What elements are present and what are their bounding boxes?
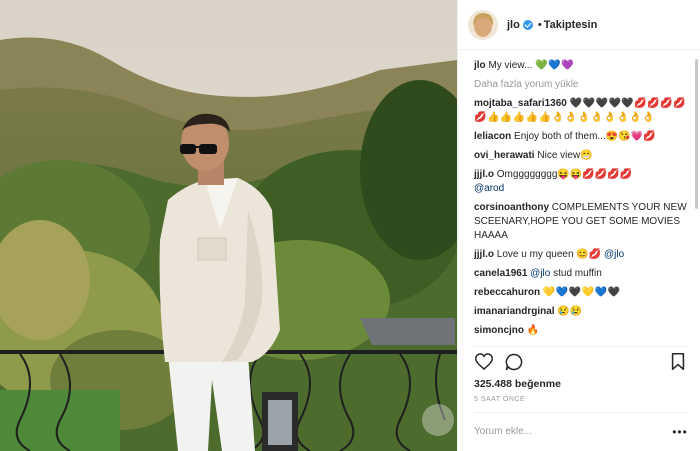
follow-status[interactable]: Takiptesin	[544, 19, 598, 31]
comment-item: jjjl.o Love u my queen 😊💋 @jlo	[474, 248, 688, 262]
comment-item: jjjl.o Omgggggggg😝😝💋💋💋💋 @arod	[474, 168, 688, 196]
caption-text: My view...	[488, 60, 533, 71]
verified-icon	[522, 19, 533, 30]
comment-item: canela1961 @jlo stud muffin	[474, 267, 688, 281]
more-icon[interactable]: •••	[672, 425, 688, 439]
add-comment-bar: •••	[474, 412, 688, 450]
comment-username[interactable]: mojtaba_safari1360	[474, 98, 567, 109]
likes-count[interactable]: 325.488 beğenme	[474, 378, 561, 390]
comments-list: jlo My view... 💚💙💜 Daha fazla yorum yükl…	[474, 59, 688, 344]
comment-item: imanariandrginal 😢😢	[474, 305, 688, 319]
bookmark-icon[interactable]	[668, 352, 688, 372]
comment-text: Omgggggggg😝😝💋💋💋💋	[496, 169, 633, 180]
comment-username[interactable]: jjjl.o	[474, 169, 494, 180]
comment-item: simoncjno 🔥	[474, 324, 688, 338]
comment-icon[interactable]	[504, 352, 524, 372]
comment-text: 🔥	[526, 325, 540, 336]
caption: jlo My view... 💚💙💜	[474, 59, 688, 73]
post-timestamp: 5 SAAT ÖNCE	[474, 396, 526, 403]
comment-text: Love u my queen 😊💋	[496, 249, 602, 260]
comment-username[interactable]: imanariandrginal	[474, 306, 555, 317]
post-header: jlo • Takiptesin	[458, 0, 700, 50]
comment-item: mojtaba_safari1360 🖤🖤🖤🖤🖤💋💋💋💋💋👍👍👍👍👍👌👌👌👌👌👌…	[474, 97, 688, 125]
avatar[interactable]	[468, 9, 498, 40]
caption-emoji: 💚💙💜	[535, 60, 574, 71]
comment-username[interactable]: corsinoanthony	[474, 202, 549, 213]
comment-mention[interactable]: @jlo	[604, 249, 624, 260]
comment-username[interactable]: rebeccahuron	[474, 287, 540, 298]
comment-item: leliacon Enjoy both of them...😍😘💗💋	[474, 130, 688, 144]
comment-item: rebeccahuron 💛💙🖤💛💙🖤	[474, 286, 688, 300]
post-photo-image	[0, 0, 457, 451]
comment-item: corsinoanthony COMPLEMENTS YOUR NEW SCEE…	[474, 201, 688, 243]
comment-text: 😢😢	[557, 306, 583, 317]
comments-scrollbar[interactable]	[695, 59, 698, 209]
comment-username[interactable]: canela1961	[474, 268, 527, 279]
post-photo[interactable]	[0, 0, 457, 451]
heart-icon[interactable]	[474, 352, 494, 372]
comment-text: Nice view😁	[537, 150, 593, 161]
comment-item: ovi_herawati Nice view😁	[474, 149, 688, 163]
separator-dot: •	[537, 18, 542, 31]
comment-username[interactable]: ovi_herawati	[474, 150, 535, 161]
comment-username[interactable]: simoncjno	[474, 325, 524, 336]
post-sidebar: jlo • Takiptesin jlo My view... 💚💙💜 Daha…	[457, 0, 700, 451]
comment-username[interactable]: leliacon	[474, 131, 511, 142]
caption-username[interactable]: jlo	[474, 60, 486, 71]
comment-input[interactable]	[474, 426, 672, 437]
comment-mention[interactable]: @arod	[474, 183, 504, 194]
comment-text: Enjoy both of them...😍😘💗💋	[514, 131, 656, 142]
comment-text: 💛💙🖤💛💙🖤	[542, 287, 621, 298]
comment-mention[interactable]: @jlo	[530, 268, 550, 279]
action-bar	[474, 346, 688, 376]
load-more-comments[interactable]: Daha fazla yorum yükle	[474, 78, 688, 92]
comment-text: stud muffin	[553, 268, 602, 279]
comment-username[interactable]: jjjl.o	[474, 249, 494, 260]
post-username[interactable]: jlo	[507, 19, 520, 31]
